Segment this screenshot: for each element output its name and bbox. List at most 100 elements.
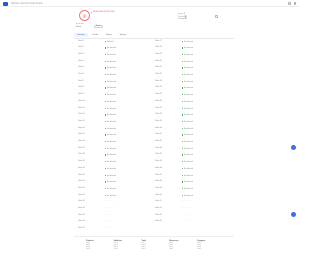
check-status: Not detected bbox=[183, 155, 194, 157]
check-label: Check 24 bbox=[78, 194, 85, 196]
share-icon[interactable] bbox=[288, 2, 291, 5]
stat-label: Passed bbox=[178, 18, 184, 21]
check-label: Check 18 bbox=[78, 154, 85, 156]
check-status: - - - - - - - - - - - bbox=[105, 201, 114, 203]
check-label: Check 23 bbox=[78, 187, 85, 189]
check-label: Check 26 bbox=[78, 208, 85, 210]
result-cell: Check 49 Not detected bbox=[155, 187, 227, 191]
footer-link[interactable]: Link 4 bbox=[114, 249, 138, 251]
table-row: Check 4 Not detected Check 30 Not detected bbox=[78, 60, 228, 64]
result-cell: Check 23 Not detected bbox=[78, 187, 150, 191]
footer-heading: Products bbox=[86, 240, 94, 242]
check-label: Check 40 bbox=[155, 127, 162, 129]
check-status: - - - - - - - - - - - bbox=[182, 208, 191, 210]
summary-card: 0 Risk HIGH RISK DETECTED Scan time Stat… bbox=[74, 9, 234, 31]
check-status: Not detected bbox=[106, 162, 117, 164]
footer-link[interactable]: Link 4 bbox=[197, 249, 221, 251]
tab-settings[interactable]: Settings bbox=[117, 33, 130, 37]
result-cell: Check 12 Not detected bbox=[78, 114, 150, 118]
check-label: Check 35 bbox=[155, 94, 162, 96]
more-icon[interactable] bbox=[293, 2, 296, 5]
check-label: Check 21 bbox=[78, 174, 85, 176]
check-label: Check 3 bbox=[78, 53, 84, 55]
result-cell: Check 56 - - - - - - - - - - - bbox=[155, 221, 227, 225]
result-cell: Check 8 Not detected bbox=[78, 87, 150, 91]
check-status: Not detected bbox=[183, 135, 194, 137]
table-row: Check 15 Not detected Check 41 Not detected bbox=[78, 134, 228, 138]
table-row: Check 6 Not detected Check 32 Not detected bbox=[78, 74, 228, 78]
download-icon[interactable] bbox=[215, 15, 218, 18]
check-status: Not detected bbox=[183, 169, 194, 171]
check-label: Check 2 bbox=[78, 47, 84, 49]
check-label: Check 53 bbox=[78, 214, 85, 216]
check-status: Not detected bbox=[106, 68, 117, 70]
report-tag[interactable]: Report bbox=[94, 25, 103, 29]
result-cell: Check 46 Not detected bbox=[155, 167, 227, 171]
result-cell: Check 44 Not detected bbox=[155, 154, 227, 158]
check-status: Not detected bbox=[106, 128, 117, 130]
result-cell: Check 15 Not detected bbox=[78, 134, 150, 138]
check-label: Check 46 bbox=[155, 167, 162, 169]
chat-button[interactable] bbox=[291, 145, 296, 150]
check-label: Check 30 bbox=[155, 60, 162, 62]
tab-bar: Overview Details History Settings bbox=[74, 33, 234, 37]
check-status: Not detected bbox=[106, 81, 117, 83]
table-row: Check 9 Not detected Check 35 Not detected bbox=[78, 94, 228, 98]
check-status: - - - - - - - - - - - bbox=[182, 214, 191, 216]
check-status: Not detected bbox=[183, 75, 194, 77]
check-status: Not detected bbox=[183, 142, 194, 144]
check-status: Not detected bbox=[106, 48, 117, 50]
check-label: Check 5 bbox=[78, 67, 84, 69]
table-row: Check 8 Not detected Check 34 Not detected bbox=[78, 87, 228, 91]
result-cell: Check 1 Detected bbox=[78, 40, 150, 44]
result-cell: Check 17 Not detected bbox=[78, 147, 150, 151]
app-logo-icon[interactable] bbox=[3, 1, 8, 6]
check-label: Check 34 bbox=[155, 87, 162, 89]
risk-gauge: 0 Risk bbox=[79, 10, 90, 21]
footer-link[interactable]: Link 4 bbox=[86, 249, 110, 251]
check-status: Not detected bbox=[106, 108, 117, 110]
tab-overview[interactable]: Overview bbox=[74, 33, 88, 37]
result-cell: Check 10 Not detected bbox=[78, 100, 150, 104]
table-row: Check 22 Not detected Check 48 Not detected bbox=[78, 181, 228, 185]
result-cell: Check 30 Not detected bbox=[155, 60, 227, 64]
result-cell: Check 22 Not detected bbox=[78, 181, 150, 185]
result-cell: Check 11 Not detected bbox=[78, 107, 150, 111]
check-status: Not detected bbox=[106, 102, 117, 104]
check-label: Check 55 bbox=[78, 221, 85, 223]
page-title: Website Security Scan Report bbox=[11, 1, 43, 5]
table-row: Check 55 - - - - - - - - - - - Check 56 - -… bbox=[78, 221, 228, 225]
result-cell: Check 54 - - - - - - - - - - - bbox=[155, 214, 227, 218]
alert-text: HIGH RISK DETECTED bbox=[93, 11, 115, 13]
check-status: Not detected bbox=[106, 148, 117, 150]
check-status: - - - - - - - - - - - bbox=[105, 221, 114, 223]
result-cell: Check 3 Not detected bbox=[78, 53, 150, 57]
check-label: Check 22 bbox=[78, 181, 85, 183]
check-status: Not detected bbox=[106, 122, 117, 124]
check-label: Check 43 bbox=[155, 147, 162, 149]
check-status: Not detected bbox=[183, 115, 194, 117]
footer: Products Link 1 Link 2 Link 3 Link 4 Solution… bbox=[86, 240, 221, 252]
footer-link[interactable]: Link 4 bbox=[169, 249, 193, 251]
result-cell: Check 6 Not detected bbox=[78, 74, 150, 78]
check-label: Check 25 bbox=[78, 201, 85, 203]
check-status: Not detected bbox=[183, 128, 194, 130]
help-button[interactable] bbox=[291, 212, 296, 217]
result-cell: Check 24 Not detected bbox=[78, 194, 150, 198]
footer-heading: Resources bbox=[169, 240, 179, 242]
table-row: Check 25 - - - - - - - - - - - Check 51 - -… bbox=[78, 201, 228, 205]
tab-history[interactable]: History bbox=[103, 33, 115, 37]
footer-column: Products Link 1 Link 2 Link 3 Link 4 bbox=[86, 240, 110, 252]
result-cell: Check 52 - - - - - - - - - - - bbox=[155, 208, 227, 212]
check-label: Check 7 bbox=[78, 80, 84, 82]
check-label: Check 12 bbox=[78, 114, 85, 116]
check-label: Check 56 bbox=[155, 221, 162, 223]
tab-details[interactable]: Details bbox=[90, 33, 102, 37]
result-cell: Check 53 - - - - - - - - - - - bbox=[78, 214, 150, 218]
check-status: Not detected bbox=[106, 88, 117, 90]
check-status: Not detected bbox=[106, 75, 117, 77]
footer-link[interactable]: Link 4 bbox=[142, 249, 166, 251]
result-cell: Check 25 - - - - - - - - - - - bbox=[78, 201, 150, 205]
check-label: Check 1 bbox=[78, 40, 84, 42]
check-label: Check 29 bbox=[155, 53, 162, 55]
